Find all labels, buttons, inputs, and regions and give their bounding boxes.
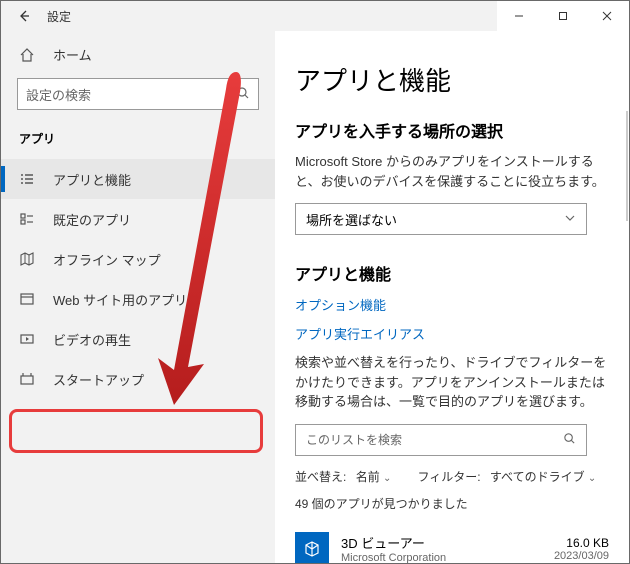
sidebar-item-startup[interactable]: スタートアップ [1, 359, 275, 399]
maximize-button[interactable] [541, 1, 585, 31]
search-icon [236, 86, 250, 103]
settings-window: 設定 ホーム 設定の検索 アプ [0, 0, 630, 564]
source-description: Microsoft Store からのみアプリをインストールすると、お使いのデバ… [295, 152, 609, 191]
app-count: 49 個のアプリが見つかりました [295, 495, 609, 512]
sidebar-item-label: スタートアップ [35, 370, 144, 389]
sidebar-section-label: アプリ [1, 110, 275, 159]
search-placeholder: 設定の検索 [26, 85, 236, 104]
sort-label: 並べ替え: [295, 470, 346, 484]
app-list-search-placeholder: このリストを検索 [306, 431, 563, 448]
app-icon-3dviewer [295, 532, 329, 564]
sidebar-item-default-apps[interactable]: 既定のアプリ [1, 199, 275, 239]
sort-value: 名前 [356, 470, 380, 484]
chevron-down-icon [564, 212, 576, 227]
optional-features-link[interactable]: オプション機能 [295, 295, 609, 314]
sidebar-item-video-playback[interactable]: ビデオの再生 [1, 319, 275, 359]
sidebar-item-apps-features[interactable]: アプリと機能 [1, 159, 275, 199]
sidebar: ホーム 設定の検索 アプリ アプリと機能 [1, 31, 275, 563]
annotation-highlight [9, 409, 263, 453]
home-icon [19, 47, 35, 63]
filter-control[interactable]: フィルター: すべてのドライブ ⌄ [417, 468, 596, 485]
back-button[interactable] [11, 9, 37, 23]
video-icon [19, 331, 35, 347]
defaults-icon [19, 211, 35, 227]
app-list-item[interactable]: 3D ビューアー Microsoft Corporation 16.0 KB 2… [295, 526, 609, 564]
sidebar-item-label: Web サイト用のアプリ [35, 290, 187, 309]
website-icon [19, 291, 35, 307]
apps-heading: アプリと機能 [295, 261, 609, 285]
source-heading: アプリを入手する場所の選択 [295, 118, 609, 142]
sidebar-item-offline-maps[interactable]: オフライン マップ [1, 239, 275, 279]
settings-search-input[interactable]: 設定の検索 [17, 78, 259, 110]
sidebar-item-website-apps[interactable]: Web サイト用のアプリ [1, 279, 275, 319]
content-pane: アプリと機能 アプリを入手する場所の選択 Microsoft Store からの… [275, 31, 629, 563]
apps-description: 検索や並べ替えを行ったり、ドライブでフィルターをかけたりできます。アプリをアンイ… [295, 353, 609, 412]
app-date: 2023/03/09 [554, 550, 609, 562]
app-publisher: Microsoft Corporation [341, 552, 554, 563]
sidebar-item-label: アプリと機能 [35, 170, 131, 189]
app-list-search-input[interactable]: このリストを検索 [295, 424, 587, 456]
titlebar: 設定 [1, 1, 629, 31]
app-size: 16.0 KB [554, 536, 609, 550]
install-source-dropdown[interactable]: 場所を選ばない [295, 203, 587, 235]
sidebar-home[interactable]: ホーム [1, 31, 275, 78]
chevron-down-icon: ⌄ [383, 473, 391, 484]
app-alias-link[interactable]: アプリ実行エイリアス [295, 324, 609, 343]
search-icon [563, 432, 576, 448]
chevron-down-icon: ⌄ [588, 473, 596, 484]
sidebar-item-label: 既定のアプリ [35, 210, 131, 229]
startup-icon [19, 371, 35, 387]
sidebar-home-label: ホーム [35, 45, 92, 64]
filter-value: すべてのドライブ [490, 470, 585, 484]
scrollbar[interactable] [626, 111, 628, 221]
dropdown-value: 場所を選ばない [306, 210, 397, 229]
map-icon [19, 251, 35, 267]
sort-by-control[interactable]: 並べ替え: 名前 ⌄ [295, 468, 391, 485]
page-title: アプリと機能 [295, 61, 609, 98]
window-title: 設定 [37, 8, 71, 25]
app-name: 3D ビューアー [341, 533, 554, 552]
sidebar-item-label: オフライン マップ [35, 250, 161, 269]
minimize-button[interactable] [497, 1, 541, 31]
sidebar-item-label: ビデオの再生 [35, 330, 131, 349]
list-icon [19, 171, 35, 187]
close-button[interactable] [585, 1, 629, 31]
filter-label: フィルター: [417, 470, 480, 484]
